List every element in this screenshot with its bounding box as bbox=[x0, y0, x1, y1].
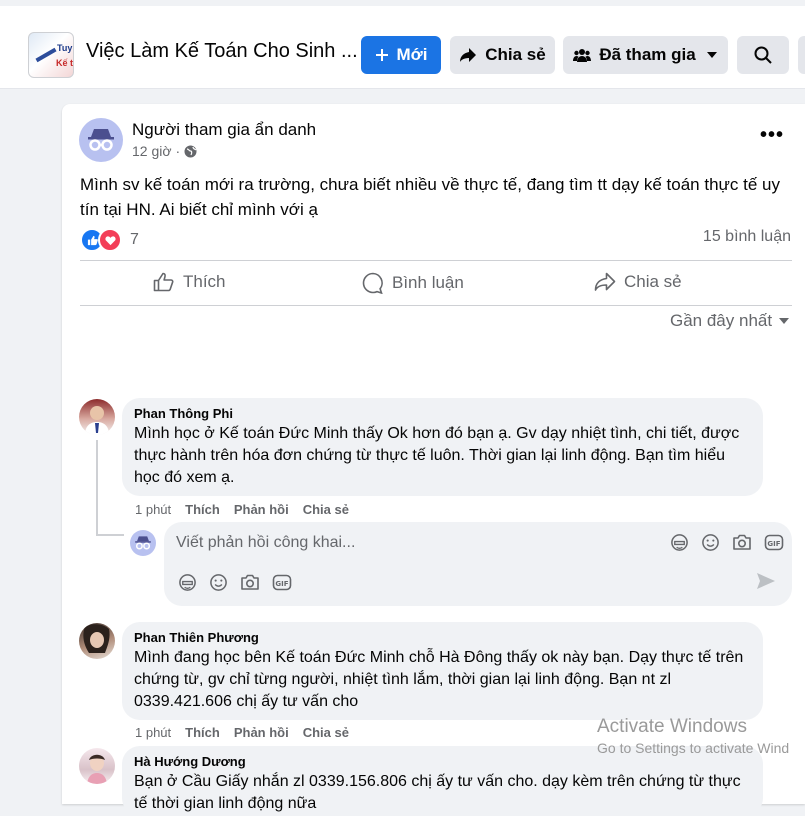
divider-top bbox=[80, 260, 792, 261]
avatar-sticker-icon[interactable] bbox=[178, 573, 197, 592]
comment-reply-button[interactable]: Phản hồi bbox=[234, 725, 289, 740]
thumb-text-1: Tuy bbox=[57, 43, 73, 53]
camera-icon[interactable] bbox=[240, 573, 260, 592]
anonymous-avatar[interactable] bbox=[79, 118, 123, 162]
share-arrow-icon bbox=[459, 47, 477, 63]
commenter-name[interactable]: Phan Thông Phi bbox=[134, 406, 751, 421]
thumb-text-2: Kế t bbox=[56, 58, 74, 68]
reaction-summary[interactable]: 7 bbox=[80, 228, 139, 252]
avatar-sticker-icon[interactable] bbox=[670, 533, 689, 552]
emoji-icon[interactable] bbox=[209, 573, 228, 592]
comment-text: Mình học ở Kế toán Đức Minh thấy Ok hơn … bbox=[134, 425, 740, 486]
emoji-icon[interactable] bbox=[701, 533, 720, 552]
love-reaction-icon bbox=[98, 228, 122, 252]
gif-icon[interactable]: GIF bbox=[764, 533, 784, 552]
post-time[interactable]: 12 giờ bbox=[132, 143, 172, 159]
reply-input[interactable]: Viết phản hồi công khai... GIF GIF bbox=[164, 522, 792, 606]
commenter-name[interactable]: Hà Hướng Dương bbox=[134, 754, 751, 769]
reply-icon-row-bottom: GIF bbox=[178, 573, 292, 592]
incognito-icon bbox=[134, 535, 152, 551]
group-header: Tuy Kế t Việc Làm Kế Toán Cho Sinh ... M… bbox=[0, 0, 805, 89]
post-more-options-icon[interactable]: ••• bbox=[760, 124, 784, 147]
dot-separator: · bbox=[175, 143, 181, 159]
activate-windows-hint: Go to Settings to activate Wind bbox=[597, 740, 790, 756]
post-author[interactable]: Người tham gia ẩn danh bbox=[132, 120, 316, 140]
share-post-button[interactable]: Chia sẻ bbox=[594, 272, 682, 292]
comment-actions: 1 phút Thích Phản hồi Chia sẻ bbox=[135, 725, 349, 740]
group-thumbnail[interactable]: Tuy Kế t bbox=[28, 32, 74, 78]
activate-windows-heading: Activate Windows bbox=[597, 716, 747, 737]
share-icon bbox=[594, 272, 616, 292]
svg-text:GIF: GIF bbox=[275, 580, 288, 588]
incognito-icon bbox=[86, 127, 116, 153]
share-group-button[interactable]: Chia sẻ bbox=[450, 36, 555, 74]
comment-sort-dropdown[interactable]: Gần đây nhất bbox=[670, 311, 790, 331]
reply-icon-row-top: GIF bbox=[670, 533, 784, 552]
thread-branch bbox=[96, 534, 124, 536]
like-button[interactable]: Thích bbox=[153, 272, 226, 292]
comment-time[interactable]: 1 phút bbox=[135, 502, 171, 517]
reaction-count: 7 bbox=[130, 231, 139, 248]
comment-actions: 1 phút Thích Phản hồi Chia sẻ bbox=[135, 502, 349, 517]
comment-label: Bình luận bbox=[392, 273, 464, 292]
new-post-button[interactable]: Mới bbox=[361, 36, 441, 74]
comment-share-button[interactable]: Chia sẻ bbox=[303, 725, 349, 740]
more-options-button[interactable] bbox=[798, 36, 805, 74]
divider-bottom bbox=[80, 305, 792, 306]
globe-icon bbox=[184, 145, 197, 158]
camera-icon[interactable] bbox=[732, 533, 752, 552]
commenter-avatar[interactable] bbox=[79, 623, 115, 659]
svg-text:GIF: GIF bbox=[767, 540, 780, 548]
comment-bubble: Hà Hướng Dương Bạn ở Cầu Giấy nhắn zl 03… bbox=[122, 746, 763, 816]
comment-share-button[interactable]: Chia sẻ bbox=[303, 502, 349, 517]
post-body: Mình sv kế toán mới ra trường, chưa biết… bbox=[80, 175, 780, 219]
comment-time[interactable]: 1 phút bbox=[135, 725, 171, 740]
search-icon bbox=[754, 46, 772, 64]
post-meta: 12 giờ · bbox=[132, 143, 197, 159]
pen-graphic bbox=[35, 47, 57, 63]
like-label: Thích bbox=[183, 272, 226, 291]
thumbs-up-icon bbox=[153, 272, 175, 292]
comment-bubble-icon bbox=[362, 272, 384, 294]
thread-line bbox=[96, 440, 98, 536]
caret-down-icon bbox=[706, 51, 718, 59]
comment-reply-button[interactable]: Phản hồi bbox=[234, 502, 289, 517]
search-button[interactable] bbox=[737, 36, 789, 74]
comment-like-button[interactable]: Thích bbox=[185, 725, 220, 740]
gif-icon[interactable]: GIF bbox=[272, 573, 292, 592]
commenter-name[interactable]: Phan Thiên Phương bbox=[134, 630, 751, 645]
commenter-avatar[interactable] bbox=[79, 399, 115, 435]
comment-count[interactable]: 15 bình luận bbox=[703, 228, 791, 246]
plus-icon bbox=[375, 48, 389, 62]
reply-placeholder: Viết phản hồi công khai... bbox=[176, 534, 356, 551]
comment-like-button[interactable]: Thích bbox=[185, 502, 220, 517]
comment-text: Bạn ở Cầu Giấy nhắn zl 0339.156.806 chị … bbox=[134, 773, 741, 812]
share-group-label: Chia sẻ bbox=[485, 45, 546, 64]
members-icon bbox=[573, 47, 592, 63]
comment-bubble: Phan Thông Phi Mình học ở Kế toán Đức Mi… bbox=[122, 398, 763, 496]
group-title[interactable]: Việc Làm Kế Toán Cho Sinh ... bbox=[86, 40, 358, 63]
new-post-label: Mới bbox=[396, 45, 428, 64]
send-icon[interactable] bbox=[756, 572, 776, 590]
commenter-avatar[interactable] bbox=[79, 748, 115, 784]
sort-label: Gần đây nhất bbox=[670, 311, 773, 330]
comment-bubble: Phan Thiên Phương Mình đang học bên Kế t… bbox=[122, 622, 763, 720]
share-label: Chia sẻ bbox=[624, 272, 682, 291]
composer-avatar bbox=[130, 530, 156, 556]
comment-button[interactable]: Bình luận bbox=[362, 272, 464, 294]
joined-button[interactable]: Đã tham gia bbox=[563, 36, 728, 74]
comment-text: Mình đang học bên Kế toán Đức Minh chỗ H… bbox=[134, 649, 744, 710]
caret-down-icon bbox=[778, 317, 790, 325]
top-strip bbox=[0, 0, 805, 6]
joined-label: Đã tham gia bbox=[599, 45, 696, 64]
